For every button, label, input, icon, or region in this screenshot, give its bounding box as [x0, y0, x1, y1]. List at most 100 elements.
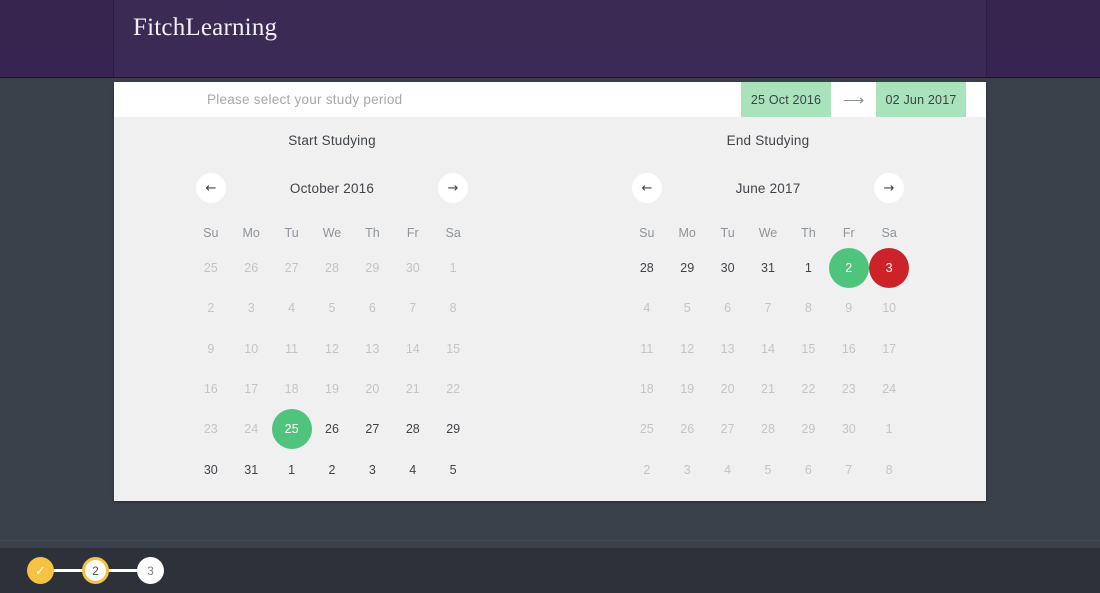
calendar-day-cell: 29: [667, 248, 707, 288]
calendar-day[interactable]: 4: [393, 450, 433, 490]
calendar-day[interactable]: 30: [191, 450, 231, 490]
step-indicator-1[interactable]: ✓: [27, 557, 54, 584]
calendar-day-cell: 30: [829, 409, 869, 449]
calendar-day-cell: 27: [352, 409, 392, 449]
calendar-day[interactable]: 1: [272, 450, 312, 490]
calendar-day-cell: 28: [312, 248, 352, 288]
calendar-day[interactable]: 28: [393, 409, 433, 449]
calendar-day-disabled: 11: [272, 329, 312, 369]
calendar-day-disabled: 19: [312, 369, 352, 409]
calendar-day-disabled: 30: [829, 409, 869, 449]
calendar-day-disabled: 23: [829, 369, 869, 409]
step-connector: [107, 569, 139, 572]
calendar-day-cell: 12: [667, 329, 707, 369]
calendar-day[interactable]: 3: [352, 450, 392, 490]
calendar-day-selected-end[interactable]: 3: [869, 248, 909, 288]
calendar-day-cell: 27: [271, 248, 311, 288]
calendar-day-disabled: 21: [393, 369, 433, 409]
arrow-right-icon[interactable]: →: [874, 173, 904, 203]
calendar-day-cell: 22: [788, 369, 828, 409]
calendar-day-cell: 30: [707, 248, 747, 288]
calendar-day[interactable]: 26: [312, 409, 352, 449]
calendar-day-disabled: 24: [231, 409, 271, 449]
calendar-day-cell: 30: [191, 449, 231, 489]
arrow-right-icon[interactable]: →: [438, 173, 468, 203]
calendar-day[interactable]: 31: [748, 248, 788, 288]
calendar-day-disabled: 14: [748, 329, 788, 369]
calendar-day-cell: 22: [433, 369, 473, 409]
calendar-day[interactable]: 5: [433, 450, 473, 490]
calendar-day-disabled: 20: [708, 369, 748, 409]
calendar-day-disabled: 3: [231, 288, 271, 328]
calendar-day-cell: 26: [667, 409, 707, 449]
calendar-day-disabled: 7: [748, 288, 788, 328]
calendar-day-cell: 1: [788, 248, 828, 288]
calendar-day-cell: 11: [627, 329, 667, 369]
calendar-day-cell: 17: [231, 369, 271, 409]
start-calendar: Start Studying ← October 2016 → SuMoTuWe…: [114, 133, 550, 490]
calendar-day-disabled: 26: [667, 409, 707, 449]
calendar-day-cell: 30: [393, 248, 433, 288]
calendar-day[interactable]: 29: [667, 248, 707, 288]
calendar-day-disabled: 4: [627, 288, 667, 328]
day-of-week-label: We: [748, 218, 788, 248]
day-of-week-label: Th: [788, 218, 828, 248]
calendar-day-disabled: 8: [433, 288, 473, 328]
calendar-day[interactable]: 31: [231, 450, 271, 490]
calendar-day[interactable]: 1: [788, 248, 828, 288]
arrow-left-icon[interactable]: ←: [632, 173, 662, 203]
calendar-day[interactable]: 30: [708, 248, 748, 288]
calendar-day-disabled: 25: [191, 248, 231, 288]
calendar-day[interactable]: 28: [627, 248, 667, 288]
calendar-day-cell: 19: [312, 369, 352, 409]
day-of-week-label: Fr: [829, 218, 869, 248]
calendar-day-cell: 6: [707, 288, 747, 328]
calendar-day-disabled: 5: [312, 288, 352, 328]
calendar-day-disabled: 7: [829, 450, 869, 490]
calendar-day-disabled: 21: [748, 369, 788, 409]
calendar-day-selected-start[interactable]: 25: [272, 409, 312, 449]
calendar-day-cell: 16: [191, 369, 231, 409]
calendars-container: Start Studying ← October 2016 → SuMoTuWe…: [114, 117, 986, 490]
end-date-chip[interactable]: 02 Jun 2017: [876, 82, 966, 117]
calendar-day-cell: 23: [191, 409, 231, 449]
calendar-day-disabled: 22: [433, 369, 473, 409]
start-calendar-grid: SuMoTuWeThFrSa25262728293012345678910111…: [114, 218, 550, 490]
calendar-day-cell: 18: [627, 369, 667, 409]
calendar-day[interactable]: 27: [352, 409, 392, 449]
calendar-day-selected-start[interactable]: 2: [829, 248, 869, 288]
calendar-day[interactable]: 2: [312, 450, 352, 490]
calendar-day-cell: 8: [788, 288, 828, 328]
step-indicator-3[interactable]: 3: [137, 557, 164, 584]
calendar-day-cell: 28: [627, 248, 667, 288]
calendar-day-cell: 29: [433, 409, 473, 449]
calendar-day[interactable]: 29: [433, 409, 473, 449]
footer-divider: [0, 540, 1100, 541]
step-indicator-2[interactable]: 2: [82, 557, 109, 584]
calendar-day-disabled: 22: [788, 369, 828, 409]
calendar-day-cell: 18: [271, 369, 311, 409]
calendar-day-disabled: 24: [869, 369, 909, 409]
calendar-day-cell: 28: [393, 409, 433, 449]
arrow-left-icon[interactable]: ←: [196, 173, 226, 203]
start-date-chip[interactable]: 25 Oct 2016: [741, 82, 831, 117]
range-arrow-icon: ⟶: [831, 82, 876, 117]
calendar-day-cell: 17: [869, 329, 909, 369]
calendar-day-disabled: 29: [788, 409, 828, 449]
calendar-day-cell: 13: [352, 329, 392, 369]
calendar-day-cell: 26: [312, 409, 352, 449]
calendar-day-disabled: 4: [708, 450, 748, 490]
calendar-day-cell: 2: [191, 288, 231, 328]
calendar-day-disabled: 2: [627, 450, 667, 490]
calendar-day-disabled: 27: [272, 248, 312, 288]
calendar-day-cell: 1: [271, 449, 311, 489]
calendar-day-cell: 15: [788, 329, 828, 369]
calendar-day-disabled: 16: [191, 369, 231, 409]
calendar-day-cell: 4: [271, 288, 311, 328]
end-calendar-month: June 2017: [736, 181, 801, 196]
start-calendar-nav: ← October 2016 →: [114, 170, 550, 206]
calendar-day-disabled: 27: [708, 409, 748, 449]
calendar-day-disabled: 5: [667, 288, 707, 328]
calendar-day-cell: 26: [231, 248, 271, 288]
calendar-day-cell: 16: [829, 329, 869, 369]
